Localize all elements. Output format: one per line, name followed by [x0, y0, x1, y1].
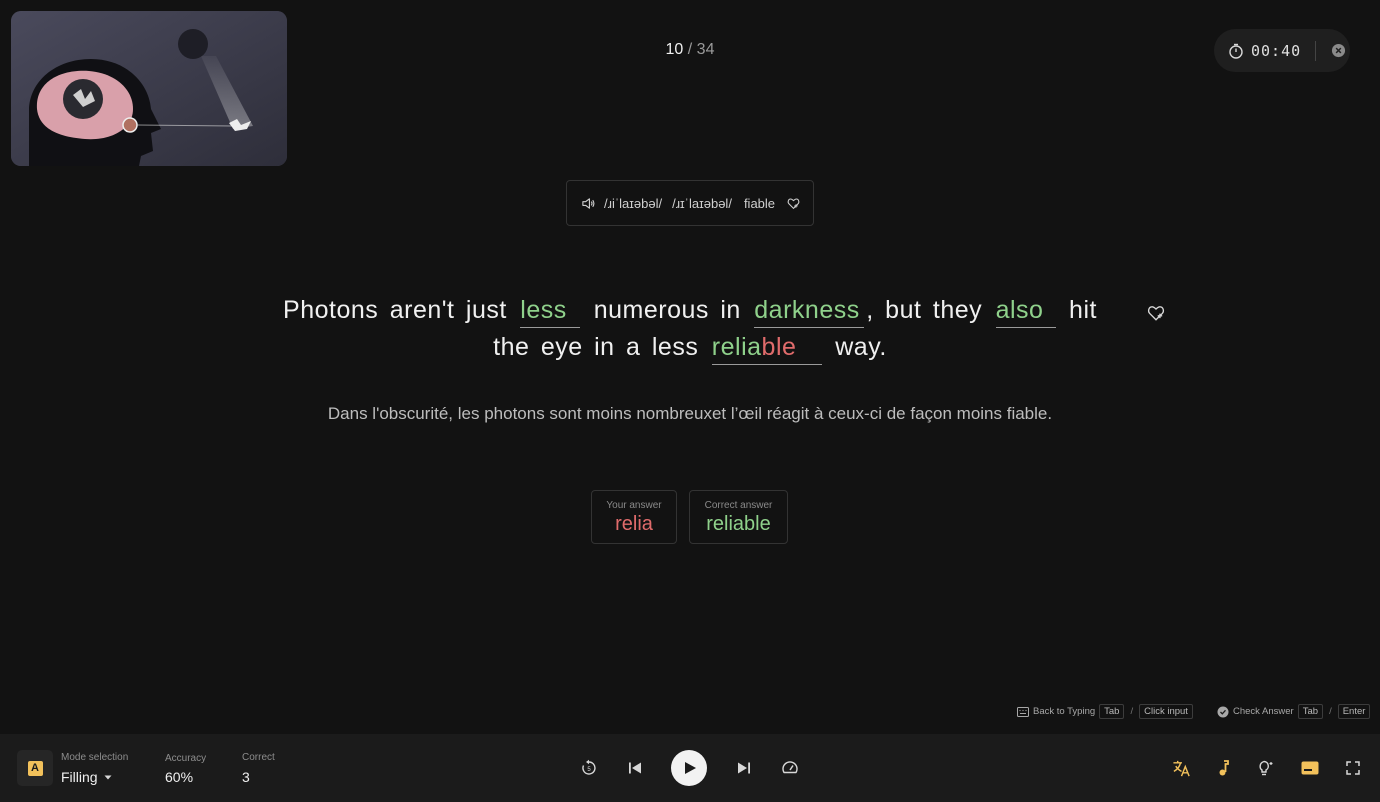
mode-badge-letter: A	[27, 760, 43, 776]
blank-answer-3[interactable]: also	[995, 294, 1056, 328]
sentence-translation: Dans l'obscurité, les photons sont moins…	[327, 404, 1053, 423]
skip-forward-icon[interactable]	[734, 758, 754, 778]
blank-answer-2[interactable]: darkness	[754, 294, 865, 328]
correct-answer-box: Correct answer reliable	[689, 490, 788, 544]
accuracy-value: 60%	[165, 769, 194, 785]
check-icon	[1217, 706, 1229, 718]
svg-text:5: 5	[587, 767, 591, 773]
blank-answer-missing-part: ble	[761, 333, 797, 361]
cloze-sentence: Photons aren't just less numerous in dar…	[270, 292, 1110, 366]
your-answer-box: Your answer relia	[591, 490, 677, 544]
mode-selection-label: Mode selection	[61, 752, 129, 763]
progress-current: 10	[665, 41, 684, 58]
correct-answer-value: reliable	[706, 513, 771, 535]
replay-icon[interactable]: 5	[579, 758, 599, 778]
ipa-us: /ɹiˈlaɪəbəl/	[604, 195, 663, 211]
close-circle-icon[interactable]	[1330, 43, 1346, 59]
progress-total: 34	[696, 41, 715, 58]
timer-divider	[1315, 40, 1317, 61]
accuracy-label: Accuracy	[165, 753, 207, 764]
heart-add-icon[interactable]	[1147, 304, 1165, 322]
timer: 00:40	[1214, 29, 1350, 72]
pronunciation-box: /ɹiˈlaɪəbəl/ /ɹɪˈlaɪəbəl/ fiable	[566, 180, 814, 226]
music-note-icon[interactable]	[1214, 758, 1234, 778]
enter-key: Enter	[1337, 704, 1371, 719]
word-translation: fiable	[743, 195, 776, 211]
ipa-uk: /ɹɪˈlaɪəbəl/	[672, 195, 732, 211]
lesson-thumbnail	[11, 11, 287, 166]
progress-separator: /	[687, 41, 693, 58]
correct-answer-label: Correct answer	[704, 500, 773, 511]
click-input-key: Click input	[1139, 704, 1193, 719]
play-button[interactable]	[671, 750, 707, 786]
check-answer-label: Check Answer	[1233, 706, 1294, 717]
speaker-icon[interactable]	[581, 195, 597, 211]
hint-separator: /	[1329, 706, 1332, 717]
blank-answer-4[interactable]: reliable	[711, 331, 822, 365]
timer-value: 00:40	[1251, 41, 1302, 60]
speed-icon[interactable]	[780, 758, 800, 778]
fullscreen-icon[interactable]	[1343, 758, 1363, 778]
correct-label: Correct	[242, 752, 275, 763]
bottom-toolbar: A Mode selection Filling Accuracy 60% Co…	[0, 734, 1380, 802]
mode-selection-value: Filling	[61, 769, 98, 785]
play-icon	[684, 761, 697, 775]
check-answer-hint: Check Answer Tab / Enter	[1217, 704, 1374, 719]
stopwatch-icon	[1227, 42, 1245, 60]
lightbulb-icon[interactable]	[1256, 758, 1278, 778]
sentence-text: numerous in	[593, 296, 741, 324]
caret-down-icon	[104, 775, 112, 780]
your-answer-value: relia	[615, 513, 653, 535]
keyboard-icon	[1017, 706, 1029, 717]
tab-key: Tab	[1099, 704, 1125, 719]
your-answer-label: Your answer	[606, 500, 662, 511]
translate-icon[interactable]	[1171, 758, 1191, 778]
progress-counter: 10 / 34	[0, 41, 1380, 59]
blank-answer-correct-part: relia	[711, 333, 762, 361]
back-to-typing-hint: Back to Typing Tab / Click input	[1017, 704, 1197, 719]
correct-value: 3	[242, 769, 250, 785]
blank-answer-1[interactable]: less	[520, 294, 581, 328]
mode-selection-dropdown[interactable]: Filling	[61, 769, 112, 785]
skip-back-icon[interactable]	[625, 758, 645, 778]
hint-separator: /	[1130, 706, 1134, 717]
sentence-text: way.	[835, 333, 887, 361]
sentence-text: Photons aren't just	[283, 296, 507, 324]
back-to-typing-label: Back to Typing	[1033, 706, 1096, 717]
mode-badge[interactable]: A	[17, 750, 53, 786]
heart-add-icon[interactable]	[787, 196, 801, 210]
tab-key: Tab	[1297, 704, 1324, 719]
sentence-text: , but they	[866, 296, 983, 324]
subtitle-icon[interactable]	[1299, 758, 1321, 778]
